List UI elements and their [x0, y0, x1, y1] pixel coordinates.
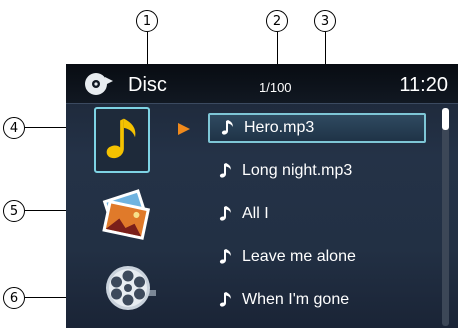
- scrollbar-thumb[interactable]: [442, 108, 449, 130]
- music-category-button[interactable]: [94, 107, 150, 173]
- video-category-button[interactable]: [102, 260, 160, 318]
- photo-category-button[interactable]: [98, 186, 156, 242]
- music-note-icon: [219, 206, 231, 221]
- track-item[interactable]: When I'm gone: [208, 285, 426, 315]
- track-item[interactable]: Long night.mp3: [208, 156, 426, 186]
- track-item[interactable]: Leave me alone: [208, 242, 426, 272]
- track-list: Hero.mp3 Long night.mp3 All I Leave me a…: [208, 113, 426, 328]
- track-title: All I: [242, 205, 269, 222]
- play-indicator-icon: [178, 123, 190, 135]
- music-note-icon: [219, 163, 231, 178]
- callout-6: 6: [3, 287, 25, 309]
- track-counter: 1/100: [259, 80, 292, 95]
- track-title: Long night.mp3: [242, 162, 353, 179]
- callout-4: 4: [3, 117, 25, 139]
- music-note-icon: [219, 292, 231, 307]
- track-title: When I'm gone: [242, 291, 350, 308]
- disc-icon: [85, 73, 113, 95]
- track-item[interactable]: All I: [208, 199, 426, 229]
- music-note-icon: [219, 249, 231, 264]
- music-note-icon: [106, 118, 136, 159]
- music-note-icon: [221, 120, 233, 135]
- film-reel-icon: [106, 266, 156, 310]
- clock: 11:20: [399, 74, 448, 96]
- callout-3: 3: [314, 10, 336, 32]
- track-item[interactable]: Hero.mp3: [208, 113, 426, 143]
- track-title: Leave me alone: [242, 248, 356, 265]
- source-label: Disc: [128, 74, 167, 96]
- callout-5: 5: [3, 200, 25, 222]
- callout-1: 1: [136, 10, 158, 32]
- scrollbar[interactable]: [442, 108, 449, 326]
- photo-icon: [102, 189, 151, 240]
- media-player-screen: Disc 1/100 11:20 Hero.mp3 Long night.mp3…: [66, 64, 458, 328]
- callout-2: 2: [266, 10, 288, 32]
- track-title: Hero.mp3: [244, 119, 315, 136]
- status-bar: Disc 1/100 11:20: [66, 64, 458, 104]
